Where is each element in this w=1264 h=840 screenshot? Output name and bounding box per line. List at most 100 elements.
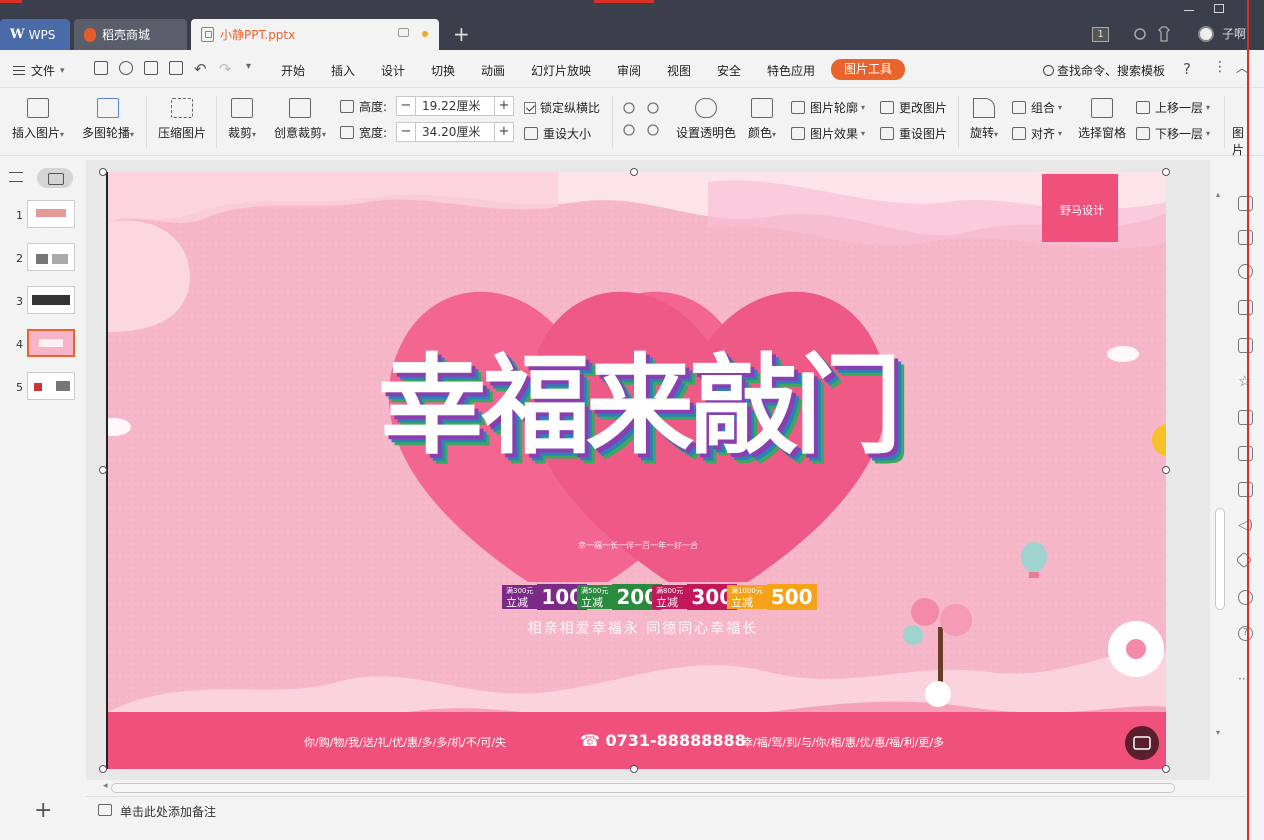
resize-handle-w[interactable] [99,466,107,474]
shapes-icon[interactable] [1238,264,1253,279]
tab-docer-store[interactable]: 稻壳商城 [74,19,187,50]
slide-thumbnail-selected[interactable]: 4 [0,329,86,361]
add-slide-button[interactable]: + [34,798,52,823]
change-picture-button[interactable]: 更改图片 [880,99,947,116]
star-icon[interactable]: ☆ [1238,374,1253,389]
height-increase-button[interactable]: + [494,96,514,116]
menu-animations[interactable]: 动画 [481,62,505,79]
group-button[interactable]: 组合 ▾ [1012,99,1062,116]
resize-handle-ne[interactable] [1162,168,1170,176]
command-search[interactable]: 查找命令、搜索模板 [1043,62,1165,79]
insert-picture-button[interactable]: 插入图片▾ [8,98,68,141]
menu-slideshow[interactable]: 幻灯片放映 [531,62,591,79]
compress-picture-button[interactable]: 压缩图片 [156,98,208,141]
share-icon[interactable] [1238,446,1253,461]
horizontal-scrollbar[interactable]: ◂ [103,781,1213,795]
image-icon[interactable] [1238,482,1253,497]
pin-icon[interactable] [1238,196,1253,211]
reset-picture-button[interactable]: 重设图片 [880,125,947,142]
resize-handle-e[interactable] [1162,466,1170,474]
menu-home[interactable]: 开始 [281,62,305,79]
copy-icon[interactable] [1238,230,1253,245]
slide-thumbnail[interactable]: 3 [0,286,86,318]
picture-adjust-icons[interactable] [620,100,664,138]
save-icon[interactable] [94,61,108,75]
settings-sliders-icon[interactable] [1238,300,1253,315]
rotate-button[interactable]: 旋转▾ [966,98,1002,141]
selection-pane-button[interactable]: 选择窗格 [1076,98,1128,141]
vertical-scrollbar[interactable]: ▴ ▾ [1213,190,1227,775]
width-decrease-button[interactable]: − [396,122,416,142]
set-transparent-color-button[interactable]: 设置透明色 [672,98,740,141]
picture-effects-button[interactable]: 图片效果 ▾ [791,125,865,142]
help-circle-icon[interactable]: ? [1238,626,1253,641]
scroll-up-icon[interactable]: ▴ [1216,190,1220,199]
notes-placeholder[interactable]: 单击此处添加备注 [120,803,216,820]
quick-access-dropdown-icon[interactable]: ▾ [246,61,251,72]
scroll-down-icon[interactable]: ▾ [1216,728,1220,737]
menu-design[interactable]: 设计 [381,62,405,79]
align-button[interactable]: 对齐 ▾ [1012,125,1062,142]
resize-handle-sw[interactable] [99,765,107,773]
menu-insert[interactable]: 插入 [331,62,355,79]
menu-review[interactable]: 审阅 [617,62,641,79]
audio-icon[interactable]: ◁) [1238,518,1253,533]
outline-view-icon[interactable] [9,172,23,182]
reset-size-button[interactable]: 重设大小 [524,125,591,142]
minimize-icon[interactable] [1184,10,1194,11]
shirt-icon[interactable] [1157,26,1171,42]
width-input[interactable]: 34.20厘米 [416,122,494,142]
height-stepper[interactable]: − 19.22厘米 + [396,96,514,116]
window-count-badge[interactable]: 1 [1092,27,1109,42]
slide-thumbnail[interactable]: 1 [0,200,86,232]
multi-carousel-button[interactable]: 多图轮播▾ [78,98,138,141]
menu-view[interactable]: 视图 [667,62,691,79]
color-button[interactable]: 颜色▾ [744,98,780,141]
cube-icon[interactable] [1235,551,1253,569]
sync-icon[interactable] [1133,27,1147,41]
print-icon[interactable] [144,61,158,75]
scroll-left-icon[interactable]: ◂ [103,781,108,791]
menu-transitions[interactable]: 切换 [431,62,455,79]
height-decrease-button[interactable]: − [396,96,416,116]
undo-icon[interactable]: ↶ [194,60,207,78]
resize-handle-n[interactable] [630,168,638,176]
tab-picture-tools[interactable]: 图片工具 [831,59,905,80]
slide-canvas[interactable]: 野马设计 幸福来敲门 幸一福一长一伴一百一年一好一合 满300元 立减 100 满… [86,160,1210,780]
history-icon[interactable] [1238,590,1253,605]
resize-handle-s[interactable] [630,765,638,773]
crop-button[interactable]: 裁剪▾ [224,98,260,141]
resize-handle-se[interactable] [1162,765,1170,773]
picture-panel-icon[interactable] [1238,338,1253,353]
height-input[interactable]: 19.22厘米 [416,96,494,116]
resize-handle-nw[interactable] [99,168,107,176]
maximize-icon[interactable] [1214,4,1224,13]
tab-document[interactable]: 小静PPT.pptx [191,19,439,50]
more-options-icon[interactable]: ⋮ [1213,59,1227,75]
tab-wps-home[interactable]: W WPS [0,19,70,50]
slide-thumbnail[interactable]: 2 [0,243,86,275]
slide-picture[interactable]: 野马设计 幸福来敲门 幸一福一长一伴一百一年一好一合 满300元 立减 100 满… [106,172,1166,769]
width-increase-button[interactable]: + [494,122,514,142]
print-preview-icon[interactable] [169,61,183,75]
export-icon[interactable] [119,61,133,75]
archive-icon[interactable] [1238,410,1253,425]
user-account[interactable]: 子啊 [1198,25,1246,42]
help-icon[interactable]: ? [1183,60,1191,78]
send-backward-button[interactable]: 下移一层 ▾ [1136,125,1210,142]
notes-pane[interactable]: 单击此处添加备注 [86,796,1246,824]
bring-forward-button[interactable]: 上移一层 ▾ [1136,99,1210,116]
width-stepper[interactable]: − 34.20厘米 + [396,122,514,142]
redo-icon[interactable]: ↷ [219,60,232,78]
file-menu[interactable]: 文件 ▾ [13,62,65,79]
checkbox-checked[interactable] [524,101,536,114]
picture-outline-button[interactable]: 图片轮廓 ▾ [791,99,865,116]
menu-special[interactable]: 特色应用 [767,62,815,79]
picture-more-button[interactable]: 图片 [1228,124,1248,158]
scrollbar-thumb[interactable] [111,783,1175,793]
slide-thumbnail[interactable]: 5 [0,372,86,404]
lock-aspect-ratio-checkbox[interactable]: 锁定纵横比 [524,99,600,116]
scrollbar-thumb[interactable] [1215,508,1225,610]
tab-pin-icon[interactable] [398,28,409,37]
new-tab-button[interactable]: + [453,22,470,46]
